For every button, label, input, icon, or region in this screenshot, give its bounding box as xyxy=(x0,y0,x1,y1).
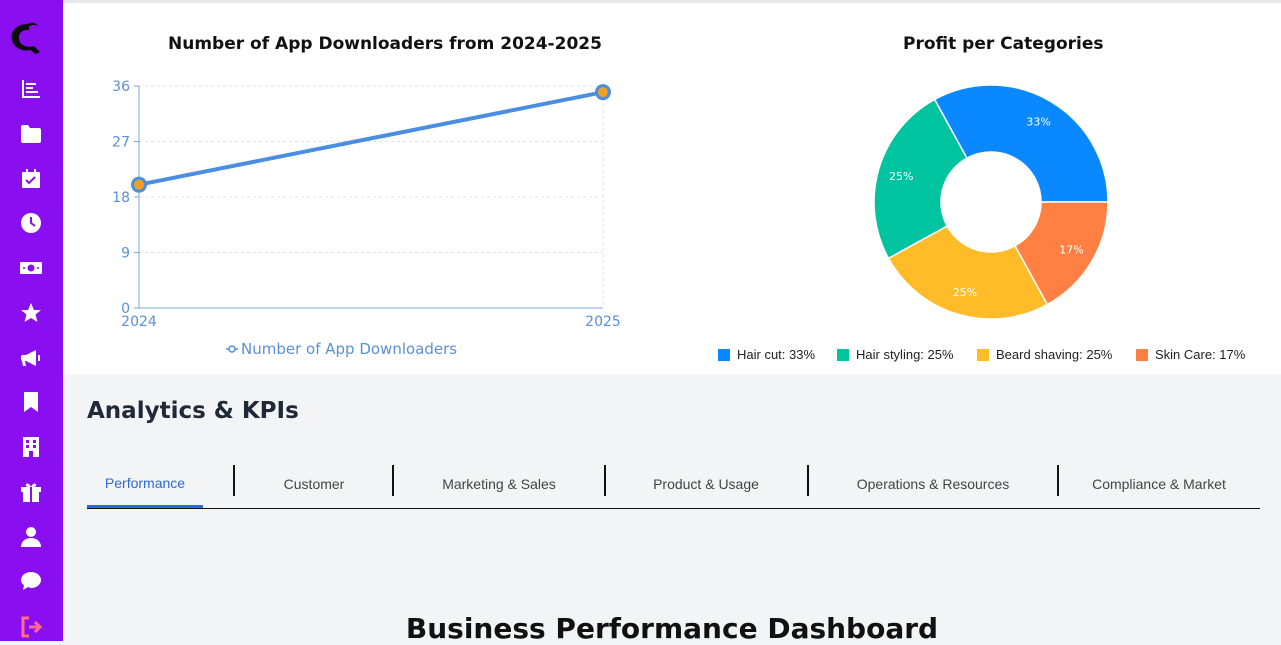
y-tick-label: 36 xyxy=(112,79,130,95)
y-tick-label: 18 xyxy=(112,190,130,206)
y-tick-label: 27 xyxy=(112,135,130,151)
folder-icon[interactable] xyxy=(18,121,44,147)
series-line xyxy=(138,90,604,187)
tab-product-usage[interactable]: Product & Usage xyxy=(606,460,806,508)
legend-label: Number of App Downloaders xyxy=(241,340,457,358)
legend-item: Hair cut: 33% xyxy=(718,347,815,362)
legend-item: Skin Care: 17% xyxy=(1136,347,1245,362)
y-tick-label: 9 xyxy=(121,246,130,262)
tab-marketing-sales[interactable]: Marketing & Sales xyxy=(394,460,604,508)
legend-swatch xyxy=(718,348,730,361)
bookmark-icon[interactable] xyxy=(18,389,44,415)
data-point xyxy=(595,84,611,101)
line-chart: 091827362024 2025Number of App Downloader… xyxy=(112,79,621,358)
legend-label: Hair cut: 33% xyxy=(737,347,816,362)
building-icon[interactable] xyxy=(18,434,44,460)
user-icon[interactable] xyxy=(18,524,44,550)
tab-performance[interactable]: Performance xyxy=(87,460,203,508)
chat-icon[interactable] xyxy=(18,568,44,594)
calendar-check-icon[interactable] xyxy=(18,166,44,192)
slice-label: 25% xyxy=(889,170,913,183)
legend-marker xyxy=(228,345,236,353)
slice-label: 25% xyxy=(953,286,977,299)
gift-icon[interactable] xyxy=(18,479,44,505)
section-title: Analytics & KPIs xyxy=(87,398,299,424)
clock-icon[interactable] xyxy=(18,210,44,236)
slice-label: 17% xyxy=(1059,244,1083,257)
charts-panel: Number of App Downloaders from 2024-2025… xyxy=(63,3,1281,374)
legend-item: Hair styling: 25% xyxy=(837,347,954,362)
pie-slice xyxy=(933,84,1109,203)
data-point xyxy=(131,176,147,193)
megaphone-icon[interactable] xyxy=(18,345,44,371)
logo-icon[interactable] xyxy=(8,20,48,56)
pie-chart: 33% 25% 25% 17% xyxy=(873,84,1109,320)
x-tick-label: 2024 xyxy=(121,314,157,330)
legend-swatch xyxy=(1136,348,1148,361)
legend-swatch xyxy=(977,348,989,361)
logout-icon[interactable] xyxy=(18,614,44,640)
sidebar xyxy=(0,0,63,641)
main-content: Analytics & KPIs Performance Customer Ma… xyxy=(63,374,1281,645)
star-icon[interactable] xyxy=(18,300,44,326)
tab-operations-resources[interactable]: Operations & Resources xyxy=(809,460,1057,508)
legend-label: Hair styling: 25% xyxy=(856,347,954,362)
tab-bar: Performance Customer Marketing & Sales P… xyxy=(87,460,1260,509)
legend-item: Beard shaving: 25% xyxy=(977,347,1112,362)
money-icon[interactable] xyxy=(18,255,44,281)
legend-swatch xyxy=(837,348,849,361)
pie-chart-title: Profit per Categories xyxy=(903,34,1104,54)
slice-label: 33% xyxy=(1026,116,1050,129)
legend-label: Beard shaving: 25% xyxy=(996,347,1113,362)
tab-customer[interactable]: Customer xyxy=(235,460,393,508)
dashboard-title: Business Performance Dashboard xyxy=(405,612,939,645)
legend-label: Skin Care: 17% xyxy=(1155,347,1246,362)
tab-compliance-market[interactable]: Compliance & Market xyxy=(1059,460,1259,508)
bar-list-icon[interactable] xyxy=(18,76,44,102)
x-tick-label: 2025 xyxy=(585,314,621,330)
